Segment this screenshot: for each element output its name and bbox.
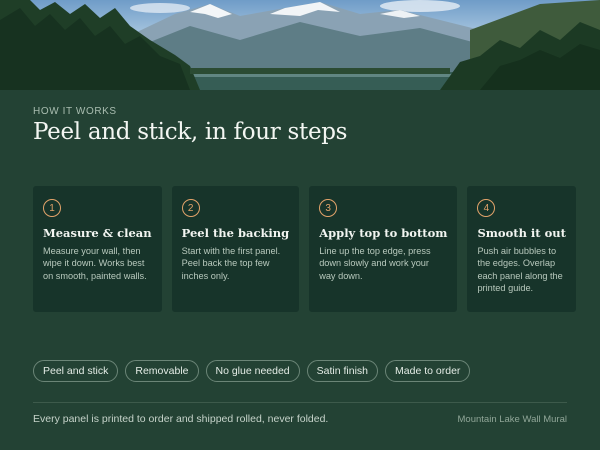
steps-grid: 1 Measure & clean Measure your wall, the… — [33, 186, 576, 312]
step-number-badge: 2 — [181, 199, 200, 217]
step-description: Measure your wall, then wipe it down. Wo… — [43, 246, 147, 281]
step-description: Push air bubbles to the edges. Overlap e… — [477, 246, 563, 294]
mountain-lake-icon — [0, 0, 600, 90]
tag-no-glue-needed: No glue needed — [205, 360, 300, 382]
hero-image — [0, 0, 600, 90]
step-card-2: 2 Peel the backing Start with the first … — [171, 186, 300, 312]
step-number-badge: 4 — [477, 199, 496, 217]
tag-peel-and-stick: Peel and stick — [33, 360, 119, 382]
step-card-1: 1 Measure & clean Measure your wall, the… — [33, 186, 162, 312]
footer-divider — [33, 402, 567, 403]
step-title: Measure & clean — [43, 226, 152, 240]
section-eyebrow: HOW IT WORKS — [33, 106, 117, 117]
step-card-3: 3 Apply top to bottom Line up the top ed… — [309, 186, 458, 312]
step-title: Peel the backing — [181, 226, 290, 240]
step-description: Start with the first panel. Peel back th… — [181, 246, 281, 281]
tag-made-to-order: Made to order — [385, 360, 471, 382]
step-number-badge: 1 — [43, 199, 61, 217]
page-title: Peel and stick, in four steps — [33, 119, 348, 145]
feature-tags: Peel and stick Removable No glue needed … — [33, 360, 471, 382]
step-title: Smooth it out — [477, 226, 566, 240]
step-title: Apply top to bottom — [319, 226, 448, 240]
shipping-note: Every panel is printed to order and ship… — [33, 413, 329, 425]
step-card-4: 4 Smooth it out Push air bubbles to the … — [467, 186, 576, 312]
step-number-badge: 3 — [319, 199, 338, 217]
tag-removable: Removable — [125, 360, 199, 382]
tag-satin-finish: Satin finish — [306, 360, 379, 382]
step-description: Line up the top edge, press down slowly … — [319, 246, 431, 281]
product-name: Mountain Lake Wall Mural — [457, 414, 567, 425]
